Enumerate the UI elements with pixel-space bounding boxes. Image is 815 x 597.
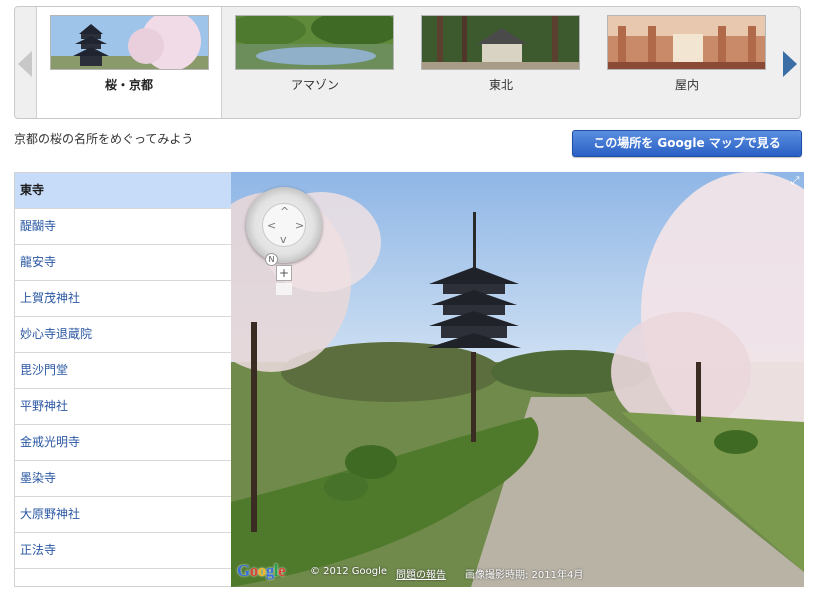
tab-amazon[interactable]: アマゾン xyxy=(222,7,408,118)
tab-label: 東北 xyxy=(488,78,513,92)
pan-control[interactable]: ^ v < > xyxy=(246,187,322,263)
list-item-hirano-shrine[interactable]: 平野神社 xyxy=(15,389,231,425)
pan-left-icon[interactable]: < xyxy=(267,219,276,232)
thumbnail-temple-forest xyxy=(421,15,580,70)
list-item-oharano-shrine[interactable]: 大原野神社 xyxy=(15,497,231,533)
capture-date-text: 画像撮影時期: 2011年4月 xyxy=(465,570,584,581)
tab-label: アマゾン xyxy=(290,78,339,92)
google-logo: Google xyxy=(237,561,286,580)
carousel-next-arrow[interactable] xyxy=(783,51,797,77)
carousel-prev-arrow[interactable] xyxy=(18,51,32,77)
zoom-in-button[interactable]: + xyxy=(276,265,292,281)
tab-sakura-kyoto[interactable]: 桜・京都 xyxy=(36,7,222,118)
pan-up-icon[interactable]: ^ xyxy=(280,205,289,218)
tab-indoor[interactable]: 屋内 xyxy=(594,7,780,118)
list-item-kamigamo-shrine[interactable]: 上賀茂神社 xyxy=(15,281,231,317)
thumbnail-river-forest xyxy=(235,15,394,70)
location-list: 東寺 醍醐寺 龍安寺 上賀茂神社 妙心寺退蔵院 毘沙門堂 平野神社 金戒光明寺 … xyxy=(14,172,231,587)
list-item-sumizomedera[interactable]: 墨染寺 xyxy=(15,461,231,497)
tab-label: 屋内 xyxy=(674,78,699,92)
fullscreen-icon[interactable]: ⤢ xyxy=(787,173,803,189)
tab-tohoku[interactable]: 東北 xyxy=(408,7,594,118)
report-problem-link[interactable]: 問題の報告 xyxy=(396,566,446,581)
pan-down-icon[interactable]: v xyxy=(280,233,287,246)
list-item-toji[interactable]: 東寺 xyxy=(15,173,231,209)
tab-label: 桜・京都 xyxy=(104,78,153,92)
list-item-bishamondo[interactable]: 毘沙門堂 xyxy=(15,353,231,389)
list-item-shobo-ji[interactable]: 正法寺 xyxy=(15,533,231,569)
thumbnail-pagoda-sakura xyxy=(50,15,209,70)
list-item-konkai-komyoji[interactable]: 金戒光明寺 xyxy=(15,425,231,461)
thumbnail-church-interior xyxy=(607,15,766,70)
intro-text: 京都の桜の名所をめぐってみよう xyxy=(14,132,194,146)
category-carousel: 桜・京都 アマゾン 東北 屋内 xyxy=(14,6,801,119)
list-item-myoshinji-taizoin[interactable]: 妙心寺退蔵院 xyxy=(15,317,231,353)
copyright-text: © 2012 Google xyxy=(310,566,388,577)
pan-right-icon[interactable]: > xyxy=(295,219,304,232)
view-in-google-maps-button[interactable]: この場所を Google マップで見る xyxy=(572,130,802,157)
zoom-slider[interactable] xyxy=(276,283,292,295)
list-item-ryoanji[interactable]: 龍安寺 xyxy=(15,245,231,281)
pan-control-center: ^ v < > xyxy=(262,203,306,247)
list-item-daigoji[interactable]: 醍醐寺 xyxy=(15,209,231,245)
